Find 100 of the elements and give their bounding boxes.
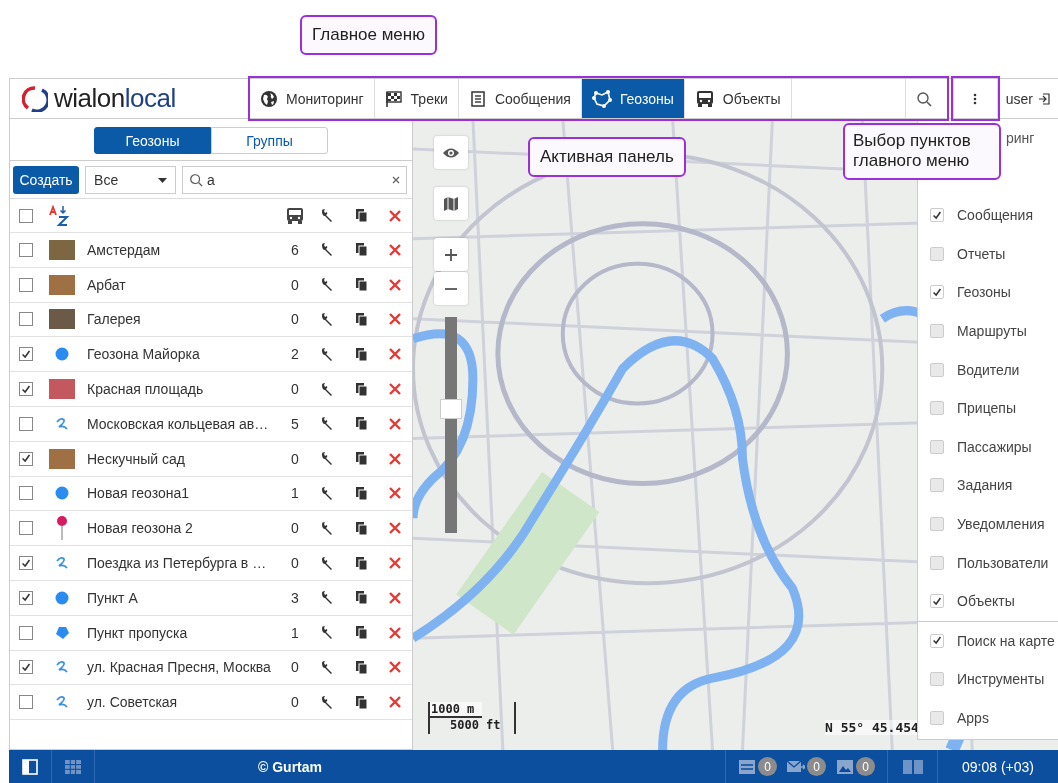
menu-tab[interactable]: Мониторинг (249, 79, 375, 118)
checkbox[interactable] (19, 625, 33, 640)
checkbox[interactable] (930, 633, 944, 648)
photo-placeholder (49, 274, 75, 295)
menu-option[interactable]: Инструменты (957, 671, 1045, 688)
geofence-name[interactable]: Пункт пропуска (83, 624, 280, 641)
slider-thumb[interactable] (440, 399, 462, 420)
checkbox[interactable] (19, 521, 33, 536)
menu-option[interactable]: Водители (957, 361, 1020, 378)
visibility-button[interactable] (434, 136, 468, 169)
menu-option[interactable]: Задания (957, 477, 1013, 494)
menu-tab[interactable]: Объекты (684, 79, 792, 118)
menu-option[interactable]: Геозоны (957, 284, 1011, 301)
line-icon (55, 556, 69, 571)
checkbox[interactable] (930, 362, 944, 377)
checkbox[interactable] (19, 242, 33, 257)
checkbox[interactable] (930, 672, 944, 687)
geofence-name[interactable]: Красная площадь (83, 381, 280, 398)
unit-count: 3 (290, 589, 300, 606)
menu-option[interactable]: Поиск на карте (957, 632, 1055, 649)
checkbox[interactable] (19, 556, 33, 571)
checkbox[interactable] (19, 312, 33, 327)
menu-option[interactable]: Пассажиры (957, 438, 1032, 455)
panel-tab[interactable]: Геозоны (94, 127, 211, 154)
search-field[interactable]: а (182, 166, 407, 194)
search-icon (189, 173, 203, 187)
wrench-icon (320, 625, 334, 641)
wrench-icon (320, 694, 334, 710)
geofence-name[interactable]: Амстердам (83, 241, 280, 258)
checkbox[interactable] (930, 246, 944, 261)
checkbox[interactable] (930, 324, 944, 339)
menu-tab[interactable]: Геозоны (581, 79, 685, 118)
geofence-name[interactable]: Пункт А (83, 589, 280, 606)
menu-option[interactable]: Apps (957, 710, 989, 726)
menu-option[interactable]: Сообщения (957, 207, 1033, 224)
layout-icon (902, 759, 923, 774)
zoom-out-button[interactable] (434, 272, 468, 305)
menu-option[interactable]: Объекты (957, 593, 1015, 610)
checkbox[interactable] (19, 277, 33, 292)
checkbox[interactable] (19, 660, 33, 675)
menu-option[interactable]: Маршруты (957, 323, 1027, 340)
checkered-flag-icon (384, 89, 403, 108)
zoom-in-button[interactable] (434, 238, 468, 271)
checkbox[interactable] (19, 590, 33, 605)
copy-icon (354, 242, 368, 258)
checkbox[interactable] (19, 695, 33, 710)
map-layers-button[interactable] (434, 187, 468, 220)
geofence-name[interactable]: Поездка из Петербурга в … (83, 555, 280, 572)
checkbox[interactable] (19, 382, 33, 397)
geofence-name[interactable]: ул. Красная Пресня, Москва (83, 659, 280, 676)
checkbox[interactable] (19, 486, 33, 501)
wrench-icon (320, 381, 334, 397)
copyright: © Gurtam (257, 757, 323, 777)
create-button[interactable]: Создать (13, 166, 80, 194)
geofence-name[interactable]: Арбат (83, 276, 280, 293)
sort-az-icon[interactable] (49, 204, 71, 227)
geofence-name[interactable]: Московская кольцевая ав… (83, 415, 280, 432)
filter-dropdown[interactable]: Все (85, 166, 176, 194)
unit-count: 2 (290, 346, 300, 363)
wrench-icon (320, 416, 334, 432)
menu-option[interactable]: Отчеты (957, 245, 1006, 262)
checkbox[interactable] (930, 208, 944, 223)
menu-option[interactable]: Прицепы (957, 400, 1016, 417)
checkbox[interactable] (930, 711, 944, 725)
wrench-icon (320, 485, 334, 501)
geofence-name[interactable]: ул. Советская (83, 694, 280, 711)
checkbox[interactable] (19, 208, 33, 223)
envelope-icon (787, 758, 805, 775)
geofence-name[interactable]: Новая геозона 2 (83, 520, 280, 537)
count-badge: 0 (758, 757, 777, 776)
menu-tab[interactable]: Треки (374, 79, 459, 118)
logo[interactable]: wialonlocal (10, 79, 250, 118)
menu-option[interactable]: Пользователи (957, 554, 1049, 571)
geofence-name[interactable]: Галерея (83, 311, 280, 328)
line-icon (55, 695, 69, 710)
geofence-name[interactable]: Геозона Майорка (83, 346, 280, 363)
checkbox[interactable] (930, 478, 944, 493)
menu-tab[interactable]: Сообщения (458, 79, 582, 118)
more-button[interactable] (952, 79, 998, 118)
checkbox[interactable] (19, 347, 33, 362)
bus-icon (694, 89, 715, 108)
caret-icon (158, 177, 167, 183)
checkbox[interactable] (930, 285, 944, 300)
highlight-frame (951, 76, 1000, 121)
checkbox[interactable] (19, 451, 33, 466)
checkbox[interactable] (930, 517, 944, 532)
checkbox[interactable] (19, 416, 33, 431)
checkbox[interactable] (930, 555, 944, 570)
checkbox[interactable] (930, 594, 944, 609)
unit-count: 0 (290, 659, 300, 676)
panel-tab[interactable]: Группы (211, 127, 328, 154)
map-icon (443, 195, 459, 212)
copy-icon (354, 520, 368, 536)
geofence-name[interactable]: Новая геозона1 (83, 485, 280, 502)
circle-icon (55, 590, 69, 605)
checkbox[interactable] (930, 401, 944, 416)
checkbox[interactable] (930, 439, 944, 454)
geofence-name[interactable]: Нескучный сад (83, 450, 280, 467)
menu-option[interactable]: Уведомления (957, 516, 1045, 533)
wrench-icon (320, 242, 334, 258)
